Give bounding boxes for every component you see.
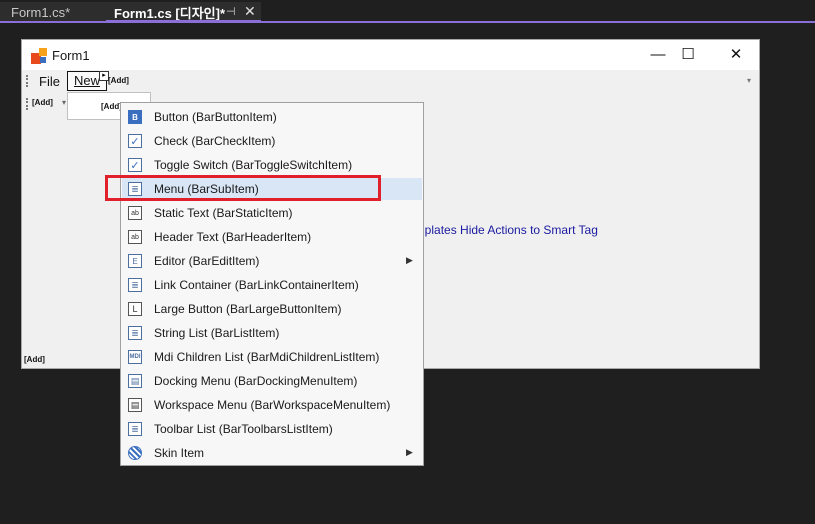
form-title-bar: Form1 — ☐ ✕ — [22, 40, 759, 70]
menu-new-label: New — [73, 73, 100, 88]
menu-item-label: Link Container (BarLinkContainerItem) — [154, 278, 359, 292]
menu-item-link-container[interactable]: ≣ Link Container (BarLinkContainerItem) — [122, 274, 422, 296]
header-text-icon: ab — [128, 230, 142, 244]
menu-item-button[interactable]: B Button (BarButtonItem) — [122, 106, 422, 128]
add-item-dropdown-menu: B Button (BarButtonItem) ✓ Check (BarChe… — [120, 102, 424, 466]
large-button-icon: L — [128, 302, 142, 316]
editor-icon: E — [128, 254, 142, 268]
toolbar-add-dropdown-icon[interactable]: ▾ — [62, 98, 66, 107]
menu-item-editor[interactable]: E Editor (BarEditItem) ▶ — [122, 250, 422, 272]
submenu-arrow-icon: ▶ — [406, 255, 413, 265]
menu-item-label: Skin Item — [154, 446, 205, 460]
highlight-annotation-box — [105, 175, 381, 201]
menu-item-header-text[interactable]: ab Header Text (BarHeaderItem) — [122, 226, 422, 248]
menu-item-label: Large Button (BarLargeButtonItem) — [154, 302, 342, 316]
app-logo-icon — [31, 48, 47, 64]
skin-icon — [128, 446, 142, 460]
menu-item-string-list[interactable]: ≣ String List (BarListItem) — [122, 322, 422, 344]
menu-item-mdi-children-list[interactable]: MDI Mdi Children List (BarMdiChildrenLis… — [122, 346, 422, 368]
workspace-menu-icon: ▤ — [128, 398, 142, 412]
submenu-add-button[interactable]: [Add] — [101, 102, 122, 111]
menu-item-label: Button (BarButtonItem) — [154, 110, 277, 124]
button-icon: B — [128, 110, 142, 124]
close-tab-icon[interactable]: ✕ — [244, 3, 256, 20]
menu-item-check[interactable]: ✓ Check (BarCheckItem) — [122, 130, 422, 152]
menu-item-label: Static Text (BarStaticItem) — [154, 206, 293, 220]
menu-item-label: Toggle Switch (BarToggleSwitchItem) — [154, 158, 353, 172]
toolbar-list-icon: ≣ — [128, 422, 142, 436]
link-container-icon: ≣ — [128, 278, 142, 292]
menu-item-toolbar-list[interactable]: ≣ Toolbar List (BarToolbarsListItem) — [122, 418, 422, 440]
menu-item-large-button[interactable]: L Large Button (BarLargeButtonItem) — [122, 298, 422, 320]
menu-item-docking-menu[interactable]: ▤ Docking Menu (BarDockingMenuItem) — [122, 370, 422, 392]
menu-item-label: Docking Menu (BarDockingMenuItem) — [154, 374, 358, 388]
main-menu-bar: File New ▸ [Add] ▾ — [22, 70, 759, 92]
menu-item-static-text[interactable]: ab Static Text (BarStaticItem) — [122, 202, 422, 224]
add-menu-item-button[interactable]: [Add] — [108, 76, 129, 85]
maximize-button[interactable]: ☐ — [673, 44, 703, 66]
menu-file[interactable]: File — [39, 74, 60, 89]
mdi-list-icon: MDI — [128, 350, 142, 364]
menu-item-toggle-switch[interactable]: ✓ Toggle Switch (BarToggleSwitchItem) — [122, 154, 422, 176]
status-bar-add-button[interactable]: [Add] — [24, 355, 45, 364]
static-text-icon: ab — [128, 206, 142, 220]
toolbar-add-button[interactable]: [Add] — [32, 98, 53, 107]
tab-form1-designer[interactable]: Form1.cs [디자인]* — [106, 2, 261, 22]
active-tab-indicator — [106, 20, 261, 23]
toggle-icon: ✓ — [128, 158, 142, 172]
menu-item-workspace-menu[interactable]: ▤ Workspace Menu (BarWorkspaceMenuItem) — [122, 394, 422, 416]
minimize-button[interactable]: — — [643, 44, 673, 66]
menu-item-label: Editor (BarEditItem) — [154, 254, 260, 268]
menu-item-label: Check (BarCheckItem) — [154, 134, 276, 148]
document-tab-strip: Form1.cs* Form1.cs [디자인]* ⊣ ✕ — [0, 0, 815, 23]
menu-item-label: Toolbar List (BarToolbarsListItem) — [154, 422, 333, 436]
tab-form1-code[interactable]: Form1.cs* — [0, 2, 106, 22]
menu-item-label: Header Text (BarHeaderItem) — [154, 230, 312, 244]
pin-icon[interactable]: ⊣ — [226, 5, 236, 18]
docking-menu-icon: ▤ — [128, 374, 142, 388]
string-list-icon: ≣ — [128, 326, 142, 340]
close-button[interactable]: ✕ — [721, 44, 751, 66]
menu-item-skin[interactable]: Skin Item ▶ — [122, 442, 422, 464]
menu-item-label: Workspace Menu (BarWorkspaceMenuItem) — [154, 398, 391, 412]
menubar-options-dropdown-icon[interactable]: ▾ — [747, 76, 751, 85]
tab-label: Form1.cs [디자인]* — [114, 5, 226, 21]
tab-label: Form1.cs* — [11, 4, 71, 20]
smart-tag-hint-link[interactable]: nplates Hide Actions to Smart Tag — [418, 223, 598, 237]
toolbar-grip-icon[interactable] — [26, 98, 30, 110]
menu-item-label: Mdi Children List (BarMdiChildrenListIte… — [154, 350, 380, 364]
form-title: Form1 — [52, 48, 90, 63]
menubar-grip-icon[interactable] — [26, 75, 30, 87]
submenu-arrow-icon: ▶ — [406, 447, 413, 457]
check-icon: ✓ — [128, 134, 142, 148]
menu-item-label: String List (BarListItem) — [154, 326, 280, 340]
